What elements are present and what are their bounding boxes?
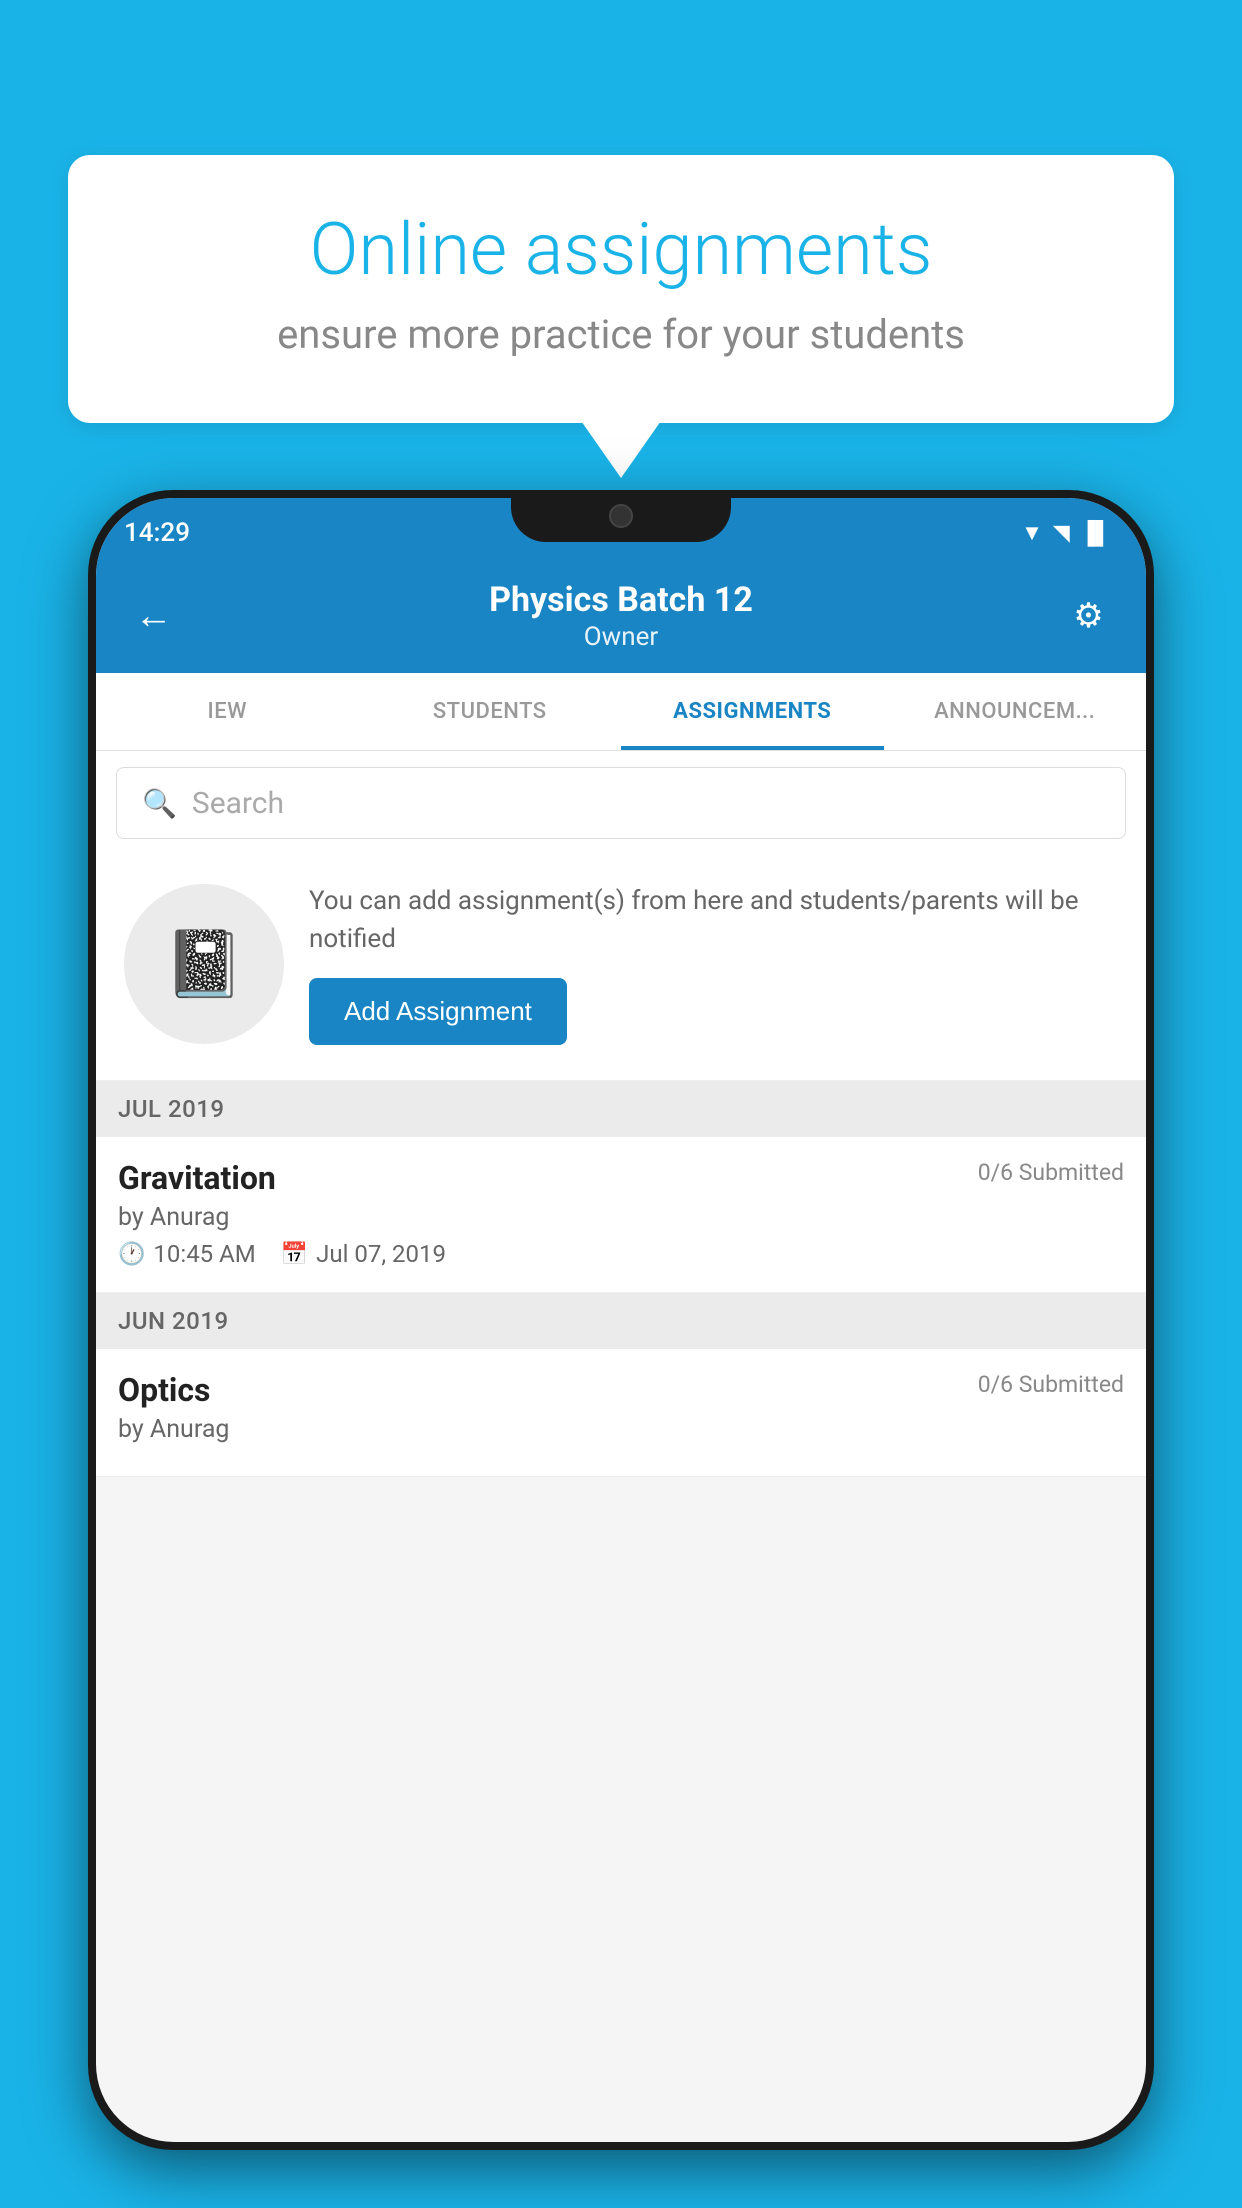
search-icon: 🔍: [142, 787, 177, 820]
header-subtitle: Owner: [181, 622, 1061, 652]
assignment-time: 🕐 10:45 AM: [118, 1240, 256, 1268]
search-placeholder: Search: [192, 786, 284, 821]
header-title: Physics Batch 12: [181, 580, 1061, 620]
wifi-icon: ▼: [1021, 520, 1043, 546]
phone-frame: 14:29 ▼ ◥ ▐▌ ← Physics Batch 12 Owner ⚙: [88, 490, 1154, 2150]
tab-announcements[interactable]: ANNOUNCEM...: [884, 673, 1147, 750]
phone-screen: 14:29 ▼ ◥ ▐▌ ← Physics Batch 12 Owner ⚙: [96, 498, 1146, 2142]
status-icons: ▼ ◥ ▐▌: [1021, 520, 1111, 546]
section-header-jun2019: JUN 2019: [96, 1293, 1146, 1349]
settings-button[interactable]: ⚙: [1061, 596, 1116, 636]
assignment-name-optics: Optics: [118, 1371, 210, 1409]
search-container: 🔍 Search: [96, 751, 1146, 855]
clock-icon: 🕐: [118, 1242, 145, 1267]
back-button[interactable]: ←: [126, 594, 181, 638]
tab-students[interactable]: STUDENTS: [359, 673, 622, 750]
assignment-meta: 🕐 10:45 AM 📅 Jul 07, 2019: [118, 1240, 1124, 1268]
assignment-author: by Anurag: [118, 1203, 1124, 1232]
header-title-area: Physics Batch 12 Owner: [181, 580, 1061, 652]
section-header-jul2019: JUL 2019: [96, 1081, 1146, 1137]
app-header: ← Physics Batch 12 Owner ⚙: [96, 558, 1146, 673]
phone-notch: [511, 490, 731, 542]
assignment-submitted: 0/6 Submitted: [978, 1159, 1124, 1186]
assignment-author-optics: by Anurag: [118, 1415, 1124, 1444]
battery-icon: ▐▌: [1080, 520, 1111, 546]
signal-icon: ◥: [1053, 521, 1070, 546]
assignment-item-gravitation[interactable]: Gravitation 0/6 Submitted by Anurag 🕐 10…: [96, 1137, 1146, 1293]
info-description: You can add assignment(s) from here and …: [309, 883, 1118, 958]
notebook-icon: 📓: [164, 926, 245, 1002]
assignment-item-optics[interactable]: Optics 0/6 Submitted by Anurag: [96, 1349, 1146, 1477]
phone-container: 14:29 ▼ ◥ ▐▌ ← Physics Batch 12 Owner ⚙: [88, 490, 1154, 2150]
assignment-row1: Gravitation 0/6 Submitted: [118, 1159, 1124, 1197]
assignment-date: 📅 Jul 07, 2019: [281, 1240, 446, 1268]
assignment-submitted-optics: 0/6 Submitted: [978, 1371, 1124, 1398]
assignment-name: Gravitation: [118, 1159, 276, 1197]
assignment-row1-optics: Optics 0/6 Submitted: [118, 1371, 1124, 1409]
info-text-area: You can add assignment(s) from here and …: [309, 883, 1118, 1045]
add-assignment-button[interactable]: Add Assignment: [309, 978, 567, 1045]
info-card: 📓 You can add assignment(s) from here an…: [96, 855, 1146, 1081]
assignment-icon-circle: 📓: [124, 884, 284, 1044]
status-time: 14:29: [124, 518, 190, 548]
tab-assignments[interactable]: ASSIGNMENTS: [621, 673, 884, 750]
search-bar[interactable]: 🔍 Search: [116, 767, 1126, 839]
speech-bubble-subtitle: ensure more practice for your students: [133, 311, 1109, 358]
speech-bubble-area: Online assignments ensure more practice …: [68, 155, 1174, 423]
phone-camera: [609, 504, 633, 528]
tab-bar: IEW STUDENTS ASSIGNMENTS ANNOUNCEM...: [96, 673, 1146, 751]
speech-bubble: Online assignments ensure more practice …: [68, 155, 1174, 423]
speech-bubble-title: Online assignments: [133, 210, 1109, 289]
calendar-icon: 📅: [281, 1242, 308, 1267]
tab-iew[interactable]: IEW: [96, 673, 359, 750]
